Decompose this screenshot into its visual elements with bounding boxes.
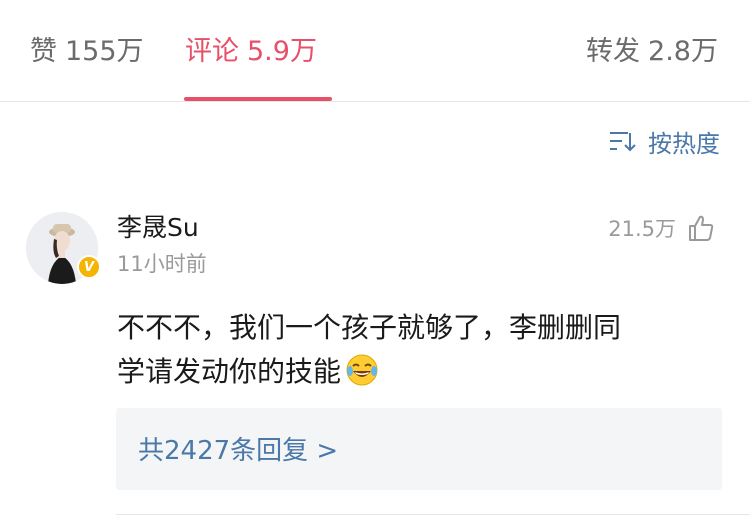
verified-badge: V — [77, 255, 101, 279]
like-count: 21.5万 — [608, 217, 676, 241]
sort-button[interactable]: 按热度 — [608, 124, 720, 158]
tab-comments[interactable]: 评论 5.9万 — [185, 34, 317, 70]
tab-likes-label: 赞 — [30, 36, 57, 67]
tab-comments-count: 5.9万 — [247, 36, 317, 67]
laughing-tears-emoji-icon — [346, 354, 378, 386]
tab-bar: 赞 155万 评论 5.9万 转发 2.8万 — [0, 0, 750, 102]
comment-text-line2: 学请发动你的技能 — [117, 355, 342, 388]
tab-reposts-label: 转发 — [586, 36, 641, 67]
comment-text-line2-wrap: 学请发动你的技能 — [117, 350, 727, 394]
view-replies-link[interactable]: 共2427条回复 > — [138, 434, 338, 468]
tab-comments-label: 评论 — [185, 36, 239, 67]
comment-author[interactable]: 李晟Su — [117, 212, 199, 244]
thumbs-up-icon — [689, 215, 714, 241]
tab-reposts[interactable]: 转发 2.8万 — [586, 34, 718, 70]
tab-reposts-count: 2.8万 — [648, 36, 718, 67]
tab-likes[interactable]: 赞 155万 — [30, 34, 144, 70]
like-button[interactable]: 21.5万 — [608, 213, 716, 243]
replies-box[interactable]: 共2427条回复 > — [116, 408, 722, 490]
sort-label: 按热度 — [648, 129, 720, 158]
active-tab-indicator — [184, 97, 332, 101]
comment-text: 不不不，我们一个孩子就够了，李删删同 学请发动你的技能 — [117, 306, 727, 394]
sort-icon — [610, 132, 636, 152]
verified-badge-label: V — [83, 259, 95, 275]
comment-text-line1: 不不不，我们一个孩子就够了，李删删同 — [117, 311, 622, 344]
divider — [116, 514, 750, 515]
tab-likes-count: 155万 — [65, 36, 144, 67]
comment-time: 11小时前 — [117, 252, 207, 276]
